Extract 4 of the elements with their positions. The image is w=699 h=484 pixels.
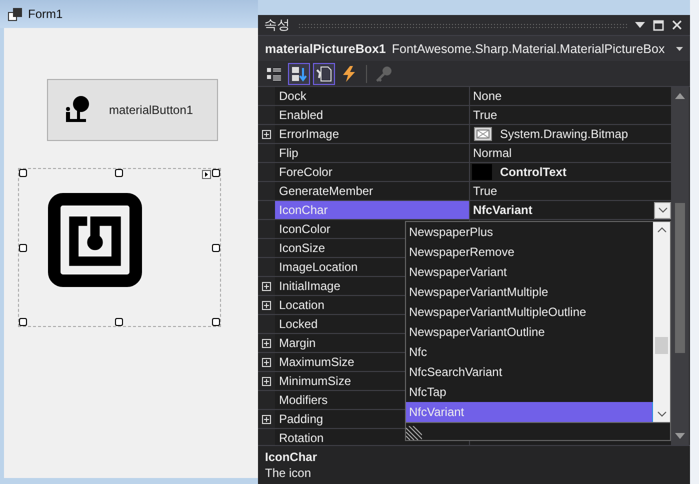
description-text: The icon [265,465,312,482]
description-title: IconChar [265,449,318,466]
form-title: Form1 [28,7,63,21]
panel-title: 속성 [264,16,290,34]
